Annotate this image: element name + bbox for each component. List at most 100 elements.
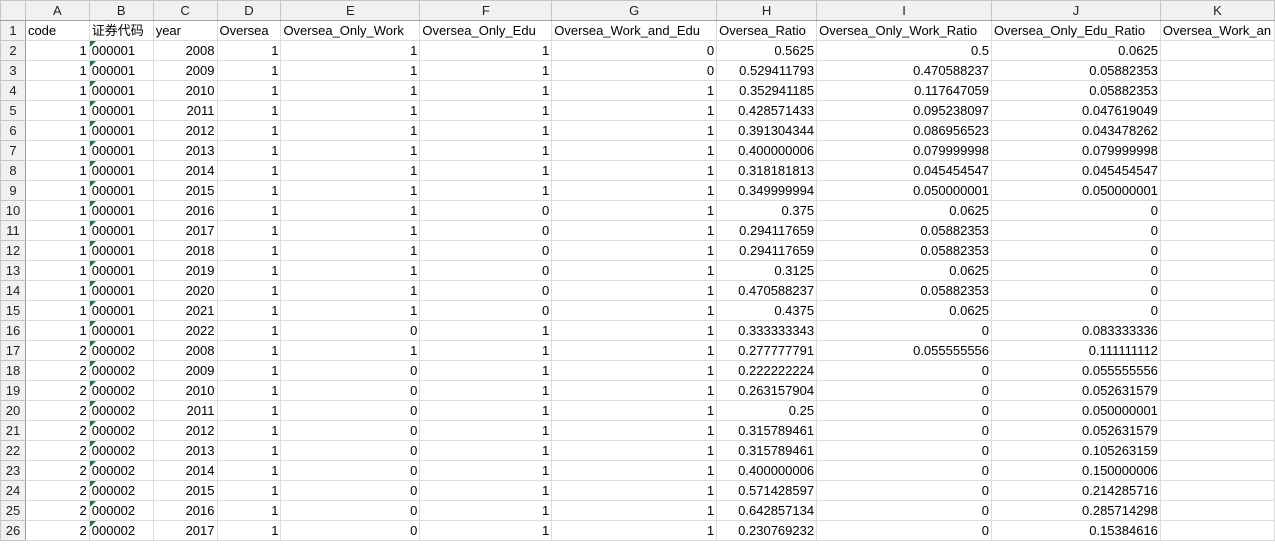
data-cell[interactable]: 1 [280,140,421,161]
data-cell[interactable]: 1 [419,420,553,441]
data-cell[interactable]: 0.079999998 [816,140,993,161]
column-header-c[interactable]: C [152,0,218,21]
data-cell[interactable]: 1 [280,60,421,81]
data-cell[interactable] [1159,440,1275,461]
data-cell[interactable]: 1 [419,180,553,201]
data-cell[interactable]: 0 [419,260,553,281]
data-cell[interactable]: 0.294117659 [716,240,818,261]
data-cell[interactable]: 0.642857134 [716,500,818,521]
data-cell[interactable]: 1 [216,340,282,361]
data-cell[interactable]: 2 [24,480,90,501]
data-cell[interactable]: 1 [24,140,90,161]
data-cell[interactable]: 0.349999994 [716,180,818,201]
text-number-cell[interactable]: 000001 [88,200,154,221]
data-cell[interactable]: 2021 [152,300,218,321]
text-number-cell[interactable]: 000001 [88,40,154,61]
data-cell[interactable]: 0.318181813 [716,160,818,181]
data-cell[interactable]: 1 [280,80,421,101]
data-cell[interactable]: 1 [551,480,718,501]
data-cell[interactable]: 0 [419,280,553,301]
header-cell[interactable]: 证券代码 [88,20,154,41]
data-cell[interactable]: 1 [551,240,718,261]
data-cell[interactable]: 0.277777791 [716,340,818,361]
data-cell[interactable]: 1 [551,320,718,341]
text-number-cell[interactable]: 000001 [88,280,154,301]
data-cell[interactable] [1159,400,1275,421]
data-cell[interactable]: 0.05882353 [816,280,993,301]
text-number-cell[interactable]: 000001 [88,100,154,121]
data-cell[interactable]: 1 [551,440,718,461]
data-cell[interactable]: 1 [280,260,421,281]
data-cell[interactable]: 1 [280,180,421,201]
text-number-cell[interactable]: 000001 [88,220,154,241]
data-cell[interactable]: 2 [24,460,90,481]
data-cell[interactable]: 2017 [152,520,218,541]
text-number-cell[interactable]: 000001 [88,60,154,81]
data-cell[interactable]: 2015 [152,180,218,201]
data-cell[interactable]: 0.315789461 [716,420,818,441]
data-cell[interactable]: 1 [419,60,553,81]
data-cell[interactable]: 0.315789461 [716,440,818,461]
data-cell[interactable] [1159,500,1275,521]
data-cell[interactable]: 0.0625 [816,260,993,281]
data-cell[interactable]: 0.391304344 [716,120,818,141]
data-cell[interactable]: 2 [24,440,90,461]
data-cell[interactable] [1159,460,1275,481]
data-cell[interactable]: 0 [816,380,993,401]
data-cell[interactable]: 0 [280,360,421,381]
data-cell[interactable]: 2018 [152,240,218,261]
text-number-cell[interactable]: 000001 [88,80,154,101]
text-number-cell[interactable]: 000002 [88,480,154,501]
data-cell[interactable]: 1 [551,460,718,481]
data-cell[interactable] [1159,480,1275,501]
column-header-i[interactable]: I [816,0,993,21]
data-cell[interactable]: 1 [551,140,718,161]
data-cell[interactable]: 1 [216,400,282,421]
text-number-cell[interactable]: 000002 [88,440,154,461]
data-cell[interactable]: 1 [551,380,718,401]
data-cell[interactable] [1159,380,1275,401]
data-cell[interactable]: 0.0625 [816,200,993,221]
text-number-cell[interactable]: 000002 [88,420,154,441]
data-cell[interactable]: 1 [551,520,718,541]
data-cell[interactable] [1159,40,1275,61]
data-cell[interactable]: 0.095238097 [816,100,993,121]
data-cell[interactable]: 0.470588237 [716,280,818,301]
column-header-d[interactable]: D [216,0,282,21]
data-cell[interactable]: 2019 [152,260,218,281]
select-all-corner[interactable] [0,0,26,21]
data-cell[interactable]: 0.333333343 [716,320,818,341]
text-number-cell[interactable]: 000001 [88,180,154,201]
data-cell[interactable]: 2010 [152,80,218,101]
data-cell[interactable]: 2010 [152,380,218,401]
data-cell[interactable]: 1 [216,280,282,301]
data-cell[interactable]: 0.05882353 [991,80,1161,101]
data-cell[interactable]: 1 [551,340,718,361]
data-cell[interactable]: 0 [551,60,718,81]
data-cell[interactable]: 0.150000006 [991,460,1161,481]
data-cell[interactable]: 0 [991,240,1161,261]
data-cell[interactable] [1159,240,1275,261]
data-cell[interactable]: 0 [816,360,993,381]
data-cell[interactable]: 1 [551,100,718,121]
data-cell[interactable]: 1 [216,440,282,461]
header-cell[interactable]: Oversea_Only_Work [280,20,421,41]
data-cell[interactable]: 0.222222224 [716,360,818,381]
data-cell[interactable]: 1 [24,100,90,121]
data-cell[interactable]: 2015 [152,480,218,501]
data-cell[interactable]: 0.045454547 [991,160,1161,181]
data-cell[interactable]: 0 [816,400,993,421]
text-number-cell[interactable]: 000001 [88,140,154,161]
data-cell[interactable]: 1 [216,480,282,501]
row-header[interactable]: 15 [0,300,26,321]
text-number-cell[interactable]: 000002 [88,520,154,541]
data-cell[interactable]: 0.047619049 [991,100,1161,121]
row-header[interactable]: 26 [0,520,26,541]
text-number-cell[interactable]: 000001 [88,320,154,341]
data-cell[interactable]: 1 [216,320,282,341]
data-cell[interactable]: 1 [280,340,421,361]
header-cell[interactable]: Oversea_Work_and_Edu [551,20,718,41]
column-header-b[interactable]: B [88,0,154,21]
column-header-h[interactable]: H [716,0,818,21]
data-cell[interactable]: 0 [280,480,421,501]
